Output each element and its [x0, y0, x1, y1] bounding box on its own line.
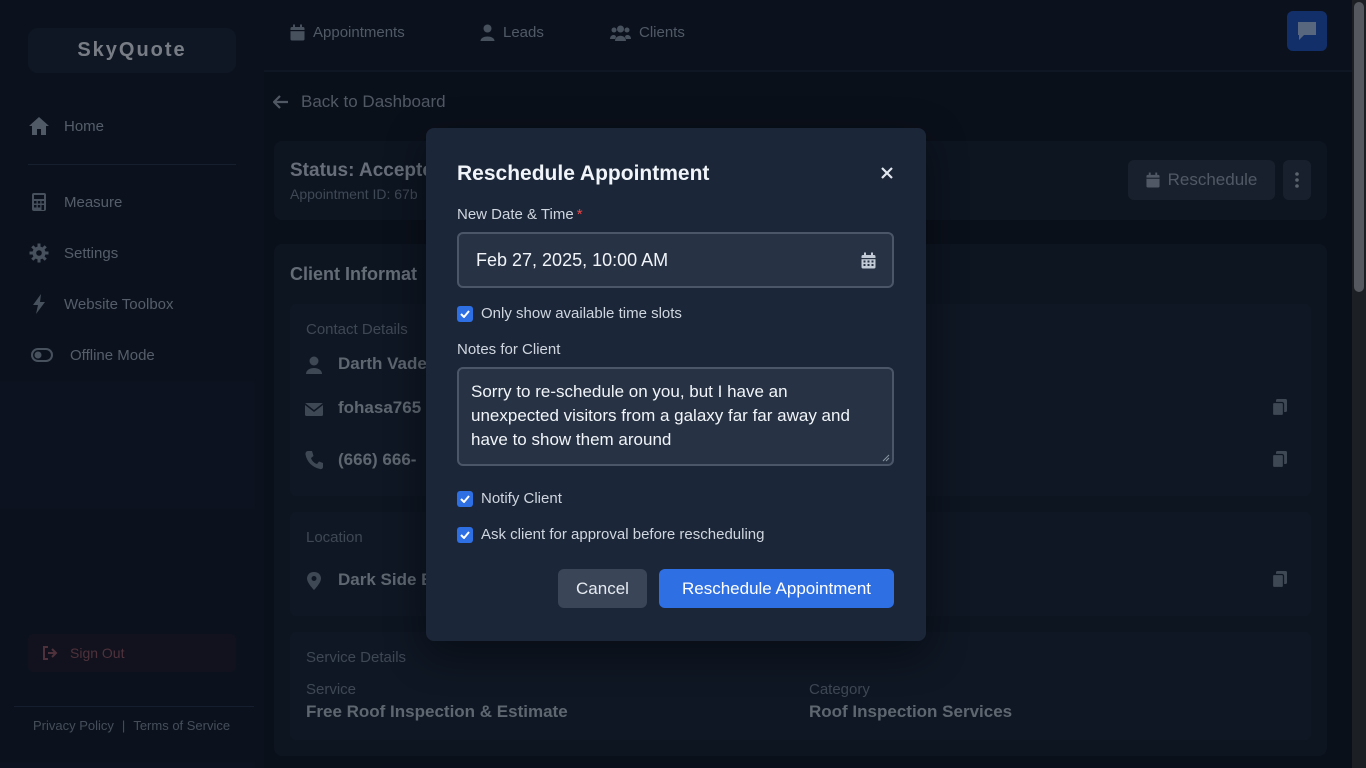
ask-approval-checkbox[interactable] — [457, 526, 473, 543]
modal-title: Reschedule Appointment — [457, 162, 710, 185]
calendar-icon[interactable] — [861, 252, 876, 269]
date-time-input[interactable]: Feb 27, 2025, 10:00 AM — [457, 232, 894, 288]
close-icon — [881, 167, 893, 179]
reschedule-modal: Reschedule Appointment New Date & Time * … — [426, 128, 926, 641]
close-button[interactable] — [878, 164, 896, 182]
notes-value: Sorry to re-schedule on you, but I have … — [471, 382, 850, 449]
date-time-label-text: New Date & Time — [457, 206, 574, 223]
date-time-label: New Date & Time * — [457, 206, 583, 223]
only-available-checkbox[interactable] — [457, 305, 473, 322]
ask-approval-checkbox-row[interactable]: Ask client for approval before reschedul… — [457, 526, 765, 543]
reschedule-appointment-button[interactable]: Reschedule Appointment — [659, 569, 894, 608]
date-time-value: Feb 27, 2025, 10:00 AM — [476, 249, 669, 270]
notes-label: Notes for Client — [457, 341, 561, 358]
notify-client-label: Notify Client — [481, 490, 562, 507]
resize-handle-icon[interactable] — [882, 454, 890, 462]
required-indicator: * — [576, 206, 583, 223]
cancel-button[interactable]: Cancel — [558, 569, 647, 608]
only-available-label: Only show available time slots — [481, 305, 682, 322]
only-available-checkbox-row[interactable]: Only show available time slots — [457, 305, 682, 322]
notify-client-checkbox-row[interactable]: Notify Client — [457, 490, 562, 507]
scrollbar-thumb[interactable] — [1354, 2, 1364, 292]
notify-client-checkbox[interactable] — [457, 490, 473, 507]
checkmark-icon — [460, 494, 470, 503]
notes-textarea[interactable]: Sorry to re-schedule on you, but I have … — [457, 367, 894, 466]
checkmark-icon — [460, 530, 470, 539]
checkmark-icon — [460, 309, 470, 318]
ask-approval-label: Ask client for approval before reschedul… — [481, 526, 765, 543]
